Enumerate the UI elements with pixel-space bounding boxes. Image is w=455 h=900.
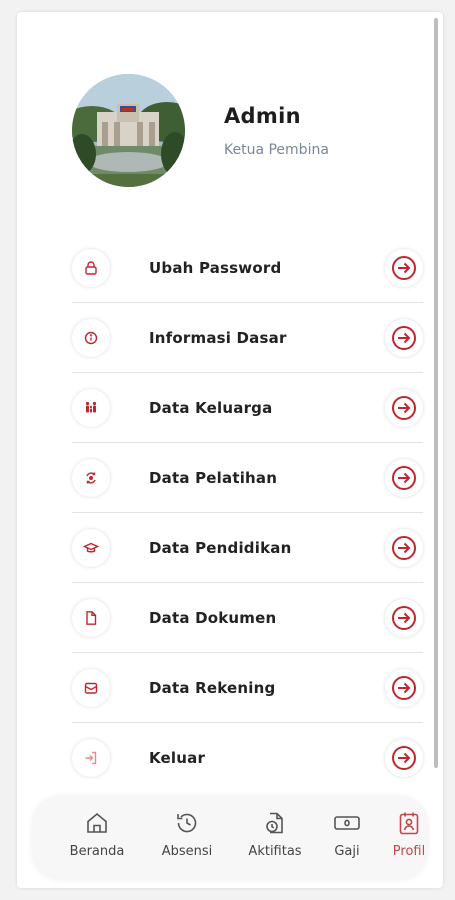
menu-item-label: Data Rekening [149,678,276,697]
arrow-right-circle-icon[interactable] [385,669,423,707]
arrow-right-circle-icon[interactable] [385,739,423,777]
money-icon [333,808,361,838]
profile-name: Admin [224,104,301,128]
training-icon [72,459,110,497]
arrow-right-circle-icon[interactable] [385,319,423,357]
profile-menu: Ubah Password Informasi Dasar Data Kelua… [72,233,423,793]
menu-item-data-pelatihan[interactable]: Data Pelatihan [72,443,423,513]
wallet-icon [72,669,110,707]
menu-item-label: Informasi Dasar [149,328,287,347]
nav-label: Beranda [69,844,125,859]
arrow-right-circle-icon[interactable] [385,389,423,427]
profile-role: Ketua Pembina [224,142,329,158]
nav-item-aktifitas[interactable]: Aktifitas [235,808,315,859]
menu-item-keluar[interactable]: Keluar [72,723,423,793]
menu-item-informasi-dasar[interactable]: Informasi Dasar [72,303,423,373]
menu-item-label: Data Keluarga [149,398,273,417]
nav-label: Profil [392,844,426,859]
family-icon [72,389,110,427]
avatar-photo [72,74,185,187]
avatar[interactable] [72,74,185,187]
lock-icon [72,249,110,287]
profile-icon [396,808,422,838]
profile-screen: Admin Ketua Pembina Ubah Password Inform… [17,12,443,888]
bottom-navigation: Beranda Absensi Aktifitas Gaji Profil [32,796,428,880]
menu-item-data-pendidikan[interactable]: Data Pendidikan [72,513,423,583]
nav-item-profil[interactable]: Profil [369,808,443,859]
menu-item-label: Data Pelatihan [149,468,278,487]
nav-label: Gaji [334,844,360,859]
menu-item-label: Ubah Password [149,258,282,277]
menu-item-label: Keluar [149,749,206,767]
menu-item-label: Data Dokumen [149,608,277,627]
graduation-cap-icon [72,529,110,567]
home-icon [84,808,110,838]
arrow-right-circle-icon[interactable] [385,249,423,287]
history-icon [174,808,200,838]
arrow-right-circle-icon[interactable] [385,599,423,637]
menu-item-label: Data Pendidikan [149,538,292,557]
nav-item-absensi[interactable]: Absensi [147,808,227,859]
logout-icon [72,739,110,777]
document-icon [72,599,110,637]
activity-icon [262,808,288,838]
scrollbar[interactable] [434,18,438,768]
nav-label: Absensi [161,844,213,859]
arrow-right-circle-icon[interactable] [385,529,423,567]
menu-item-ubah-password[interactable]: Ubah Password [72,233,423,303]
menu-item-data-rekening[interactable]: Data Rekening [72,653,423,723]
nav-label: Aktifitas [248,844,302,859]
menu-item-data-dokumen[interactable]: Data Dokumen [72,583,423,653]
arrow-right-circle-icon[interactable] [385,459,423,497]
info-icon [72,319,110,357]
menu-item-data-keluarga[interactable]: Data Keluarga [72,373,423,443]
nav-item-beranda[interactable]: Beranda [57,808,137,859]
